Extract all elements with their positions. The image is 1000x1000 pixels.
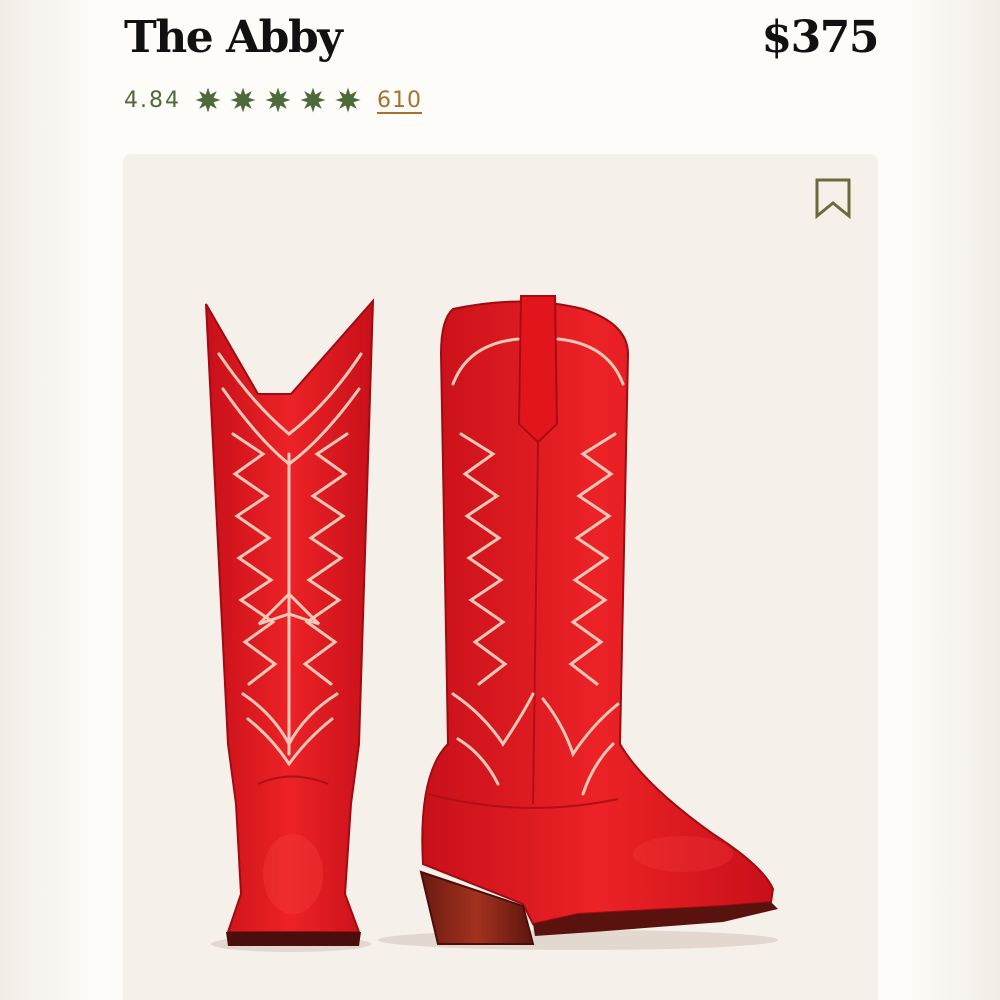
- product-price: $375: [761, 12, 880, 63]
- rating-row: 4.84 610: [124, 84, 422, 116]
- review-count-link[interactable]: 610: [377, 88, 422, 113]
- star-icon: [195, 87, 221, 113]
- star-icon: [265, 87, 291, 113]
- rating-stars: [195, 87, 361, 113]
- product-image[interactable]: [123, 154, 878, 1000]
- star-icon: [300, 87, 326, 113]
- star-icon: [335, 87, 361, 113]
- rating-value: 4.84: [124, 87, 181, 113]
- side-boot: [419, 295, 778, 945]
- red-cowboy-boots-image: [205, 295, 778, 952]
- star-icon: [230, 87, 256, 113]
- front-boot: [205, 298, 375, 946]
- product-title: The Abby: [124, 12, 343, 63]
